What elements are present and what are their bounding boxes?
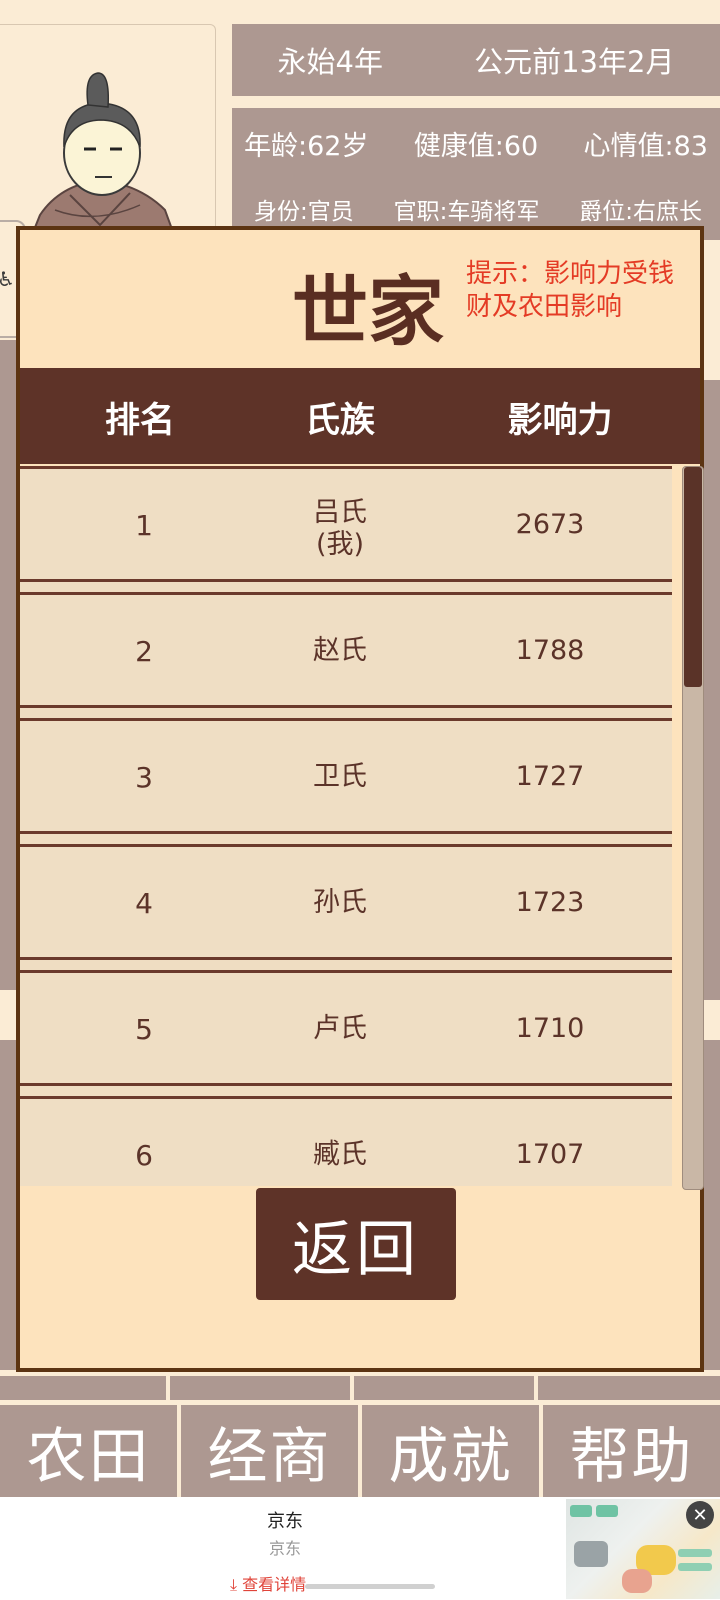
home-indicator[interactable] bbox=[305, 1584, 435, 1589]
grid-cell bbox=[170, 1376, 350, 1400]
accessibility-icon: ♿ bbox=[0, 267, 15, 291]
influence-cell: 1727 bbox=[515, 761, 585, 792]
rank-cell: 2 bbox=[135, 635, 153, 668]
grid-cell bbox=[538, 1376, 720, 1400]
clan-name: 吕氏 bbox=[313, 497, 367, 528]
influence-cell: 1707 bbox=[515, 1139, 585, 1170]
clan-cell: 赵氏 bbox=[313, 635, 367, 666]
rank-cell: 4 bbox=[135, 887, 153, 920]
identity-stat: 身份:官员 bbox=[254, 199, 354, 225]
download-icon: ⤓ bbox=[230, 1575, 238, 1594]
nav-farmland-button[interactable]: 农田 bbox=[0, 1405, 177, 1497]
clan-cell: 孙氏 bbox=[313, 887, 367, 918]
clan-cell: 卢氏 bbox=[313, 1013, 367, 1044]
list-scrollbar[interactable] bbox=[682, 466, 704, 1190]
rank-cell: 1 bbox=[135, 509, 153, 542]
clan-cell: 臧氏 bbox=[313, 1139, 367, 1170]
date-label: 公元前13年2月 bbox=[474, 45, 675, 79]
nav-help-button[interactable]: 帮助 bbox=[543, 1405, 720, 1497]
influence-cell: 1788 bbox=[515, 635, 585, 666]
clan-ranking-dialog: 世家 提示：影响力受钱财及农田影响 排名 氏族 影响力 1 吕氏 (我) 267… bbox=[16, 226, 704, 1372]
table-row: 1 吕氏 (我) 2673 bbox=[20, 466, 672, 582]
back-button[interactable]: 返回 bbox=[256, 1188, 456, 1300]
table-row: 4 孙氏 1723 bbox=[20, 844, 672, 960]
era-label: 永始4年 bbox=[277, 45, 383, 79]
nav-trade-button[interactable]: 经商 bbox=[181, 1405, 358, 1497]
bottom-nav: 农田 经商 成就 帮助 bbox=[0, 1405, 720, 1497]
ad-details-label: 查看详情 bbox=[242, 1575, 307, 1594]
column-header-clan: 氏族 bbox=[304, 401, 375, 441]
rank-cell: 3 bbox=[135, 761, 153, 794]
clan-cell: 吕氏 (我) bbox=[270, 497, 410, 561]
ad-title: 京东 bbox=[267, 1511, 303, 1532]
mood-stat: 心情值:83 bbox=[583, 131, 708, 162]
table-row: 5 卢氏 1710 bbox=[20, 970, 672, 1086]
age-stat: 年龄:62岁 bbox=[244, 131, 369, 162]
scrollbar-thumb[interactable] bbox=[684, 467, 702, 687]
column-header-rank: 排名 bbox=[104, 401, 175, 441]
clan-note: (我) bbox=[315, 529, 365, 560]
ad-details-link[interactable]: ⤓ 查看详情 bbox=[230, 1571, 306, 1595]
table-header: 排名 氏族 影响力 bbox=[20, 368, 700, 464]
office-stat: 官职:车骑将军 bbox=[393, 199, 540, 225]
column-header-influence: 影响力 bbox=[507, 401, 613, 441]
date-bar: 永始4年 公元前13年2月 bbox=[232, 24, 720, 96]
influence-cell: 2673 bbox=[515, 509, 585, 540]
clan-cell: 卫氏 bbox=[313, 761, 367, 792]
ad-close-icon[interactable]: ✕ bbox=[686, 1501, 714, 1529]
dialog-title: 世家 bbox=[292, 267, 444, 356]
nav-achievements-button[interactable]: 成就 bbox=[362, 1405, 539, 1497]
health-stat: 健康值:60 bbox=[413, 131, 539, 162]
table-row: 6 臧氏 1707 bbox=[20, 1096, 672, 1186]
dialog-header: 世家 提示：影响力受钱财及农田影响 bbox=[20, 230, 700, 366]
rank-cell: 5 bbox=[135, 1013, 153, 1046]
grid-cell bbox=[354, 1376, 534, 1400]
ad-subtitle: 京东 bbox=[268, 1539, 301, 1558]
grid-cell bbox=[0, 1376, 166, 1400]
rank-stat: 爵位:右庶长 bbox=[579, 199, 702, 225]
table-row: 2 赵氏 1788 bbox=[20, 592, 672, 708]
ranking-list[interactable]: 1 吕氏 (我) 2673 2 赵氏 1788 3 卫氏 1727 4 孙氏 1… bbox=[20, 466, 672, 1186]
hint-text: 提示：影响力受钱财及农田影响 bbox=[466, 259, 675, 322]
influence-cell: 1723 bbox=[515, 887, 585, 918]
rank-cell: 6 bbox=[135, 1139, 153, 1172]
stats-panel: 年龄:62岁 健康值:60 心情值:83 身份:官员 官职:车骑将军 爵位:右庶… bbox=[232, 108, 720, 240]
table-row: 3 卫氏 1727 bbox=[20, 718, 672, 834]
influence-cell: 1710 bbox=[515, 1013, 585, 1044]
